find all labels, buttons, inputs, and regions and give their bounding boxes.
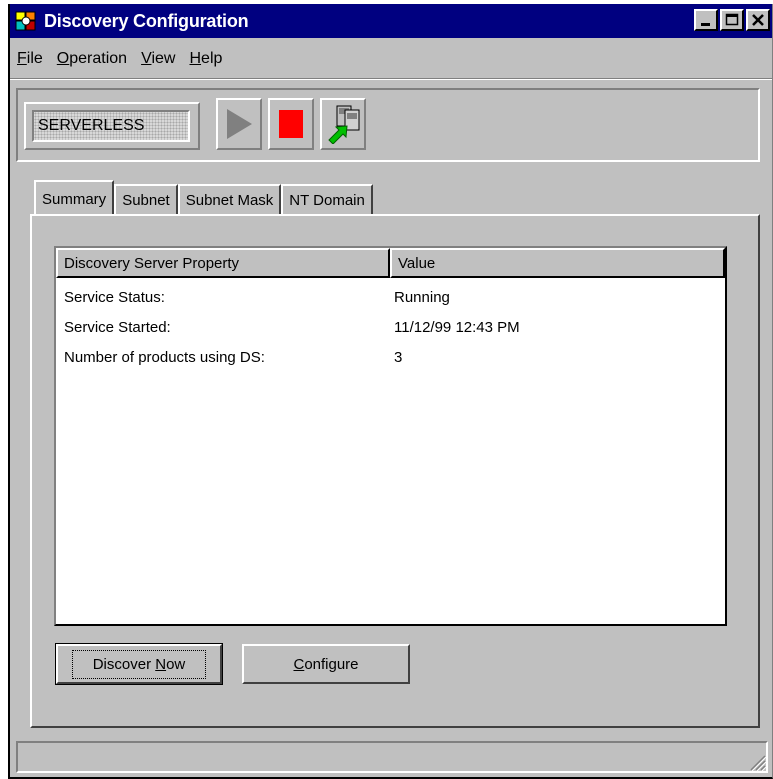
configure-button[interactable]: Configure [242,644,410,684]
minimize-icon [701,23,710,26]
menu-bar: File Operation View Help [10,44,229,74]
list-item[interactable]: Service Started: 11/12/99 12:43 PM [56,312,725,342]
configure-label: Configure [293,655,359,673]
window-title: Discovery Configuration [44,10,249,31]
list-item[interactable]: Service Status: Running [56,282,725,312]
property-name: Number of products using DS: [64,348,265,366]
property-value: Running [394,288,450,306]
server-name-value[interactable]: SERVERLESS [32,110,190,142]
close-icon [752,14,764,26]
status-bar [16,741,768,773]
tab-summary[interactable]: Summary [34,180,115,214]
discover-now-button[interactable]: Discover Now [55,643,223,685]
discovery-configuration-window: Discovery Configuration File Operation V… [8,4,773,779]
close-button[interactable] [746,9,770,31]
property-name: Service Status: [64,288,165,306]
column-header-value[interactable]: Value [390,248,725,278]
stop-button[interactable] [268,98,314,150]
menu-file[interactable]: File [10,50,50,68]
resize-grip-icon[interactable] [746,751,766,771]
stop-icon [279,110,303,138]
tab-nt-domain[interactable]: NT Domain [281,184,373,214]
list-header: Discovery Server Property Value [56,248,725,278]
start-button[interactable] [216,98,262,150]
property-name: Service Started: [64,318,171,336]
connect-computers-icon [328,105,360,144]
title-bar[interactable]: Discovery Configuration [10,4,772,38]
tab-subnet[interactable]: Subnet [114,184,178,214]
discover-now-label: Discover Now [71,649,207,679]
menu-operation[interactable]: Operation [50,50,134,68]
menu-view[interactable]: View [134,50,182,68]
discovery-properties-list[interactable]: Discovery Server Property Value Service … [54,246,727,626]
play-icon [227,109,252,139]
column-header-property[interactable]: Discovery Server Property [56,248,390,278]
server-name-field[interactable]: SERVERLESS [24,102,200,150]
tab-strip: Summary Subnet Subnet Mask NT Domain [34,180,373,214]
tab-subnet-mask[interactable]: Subnet Mask [177,184,282,214]
discovery-app-icon[interactable] [14,9,38,33]
list-item[interactable]: Number of products using DS: 3 [56,342,725,372]
menu-help[interactable]: Help [182,50,229,68]
connect-button[interactable] [320,98,366,150]
maximize-button[interactable] [720,9,744,31]
minimize-button[interactable] [694,9,718,31]
property-value: 11/12/99 12:43 PM [394,318,520,336]
property-value: 3 [394,348,403,366]
menu-separator [10,78,772,80]
maximize-icon [725,13,739,26]
